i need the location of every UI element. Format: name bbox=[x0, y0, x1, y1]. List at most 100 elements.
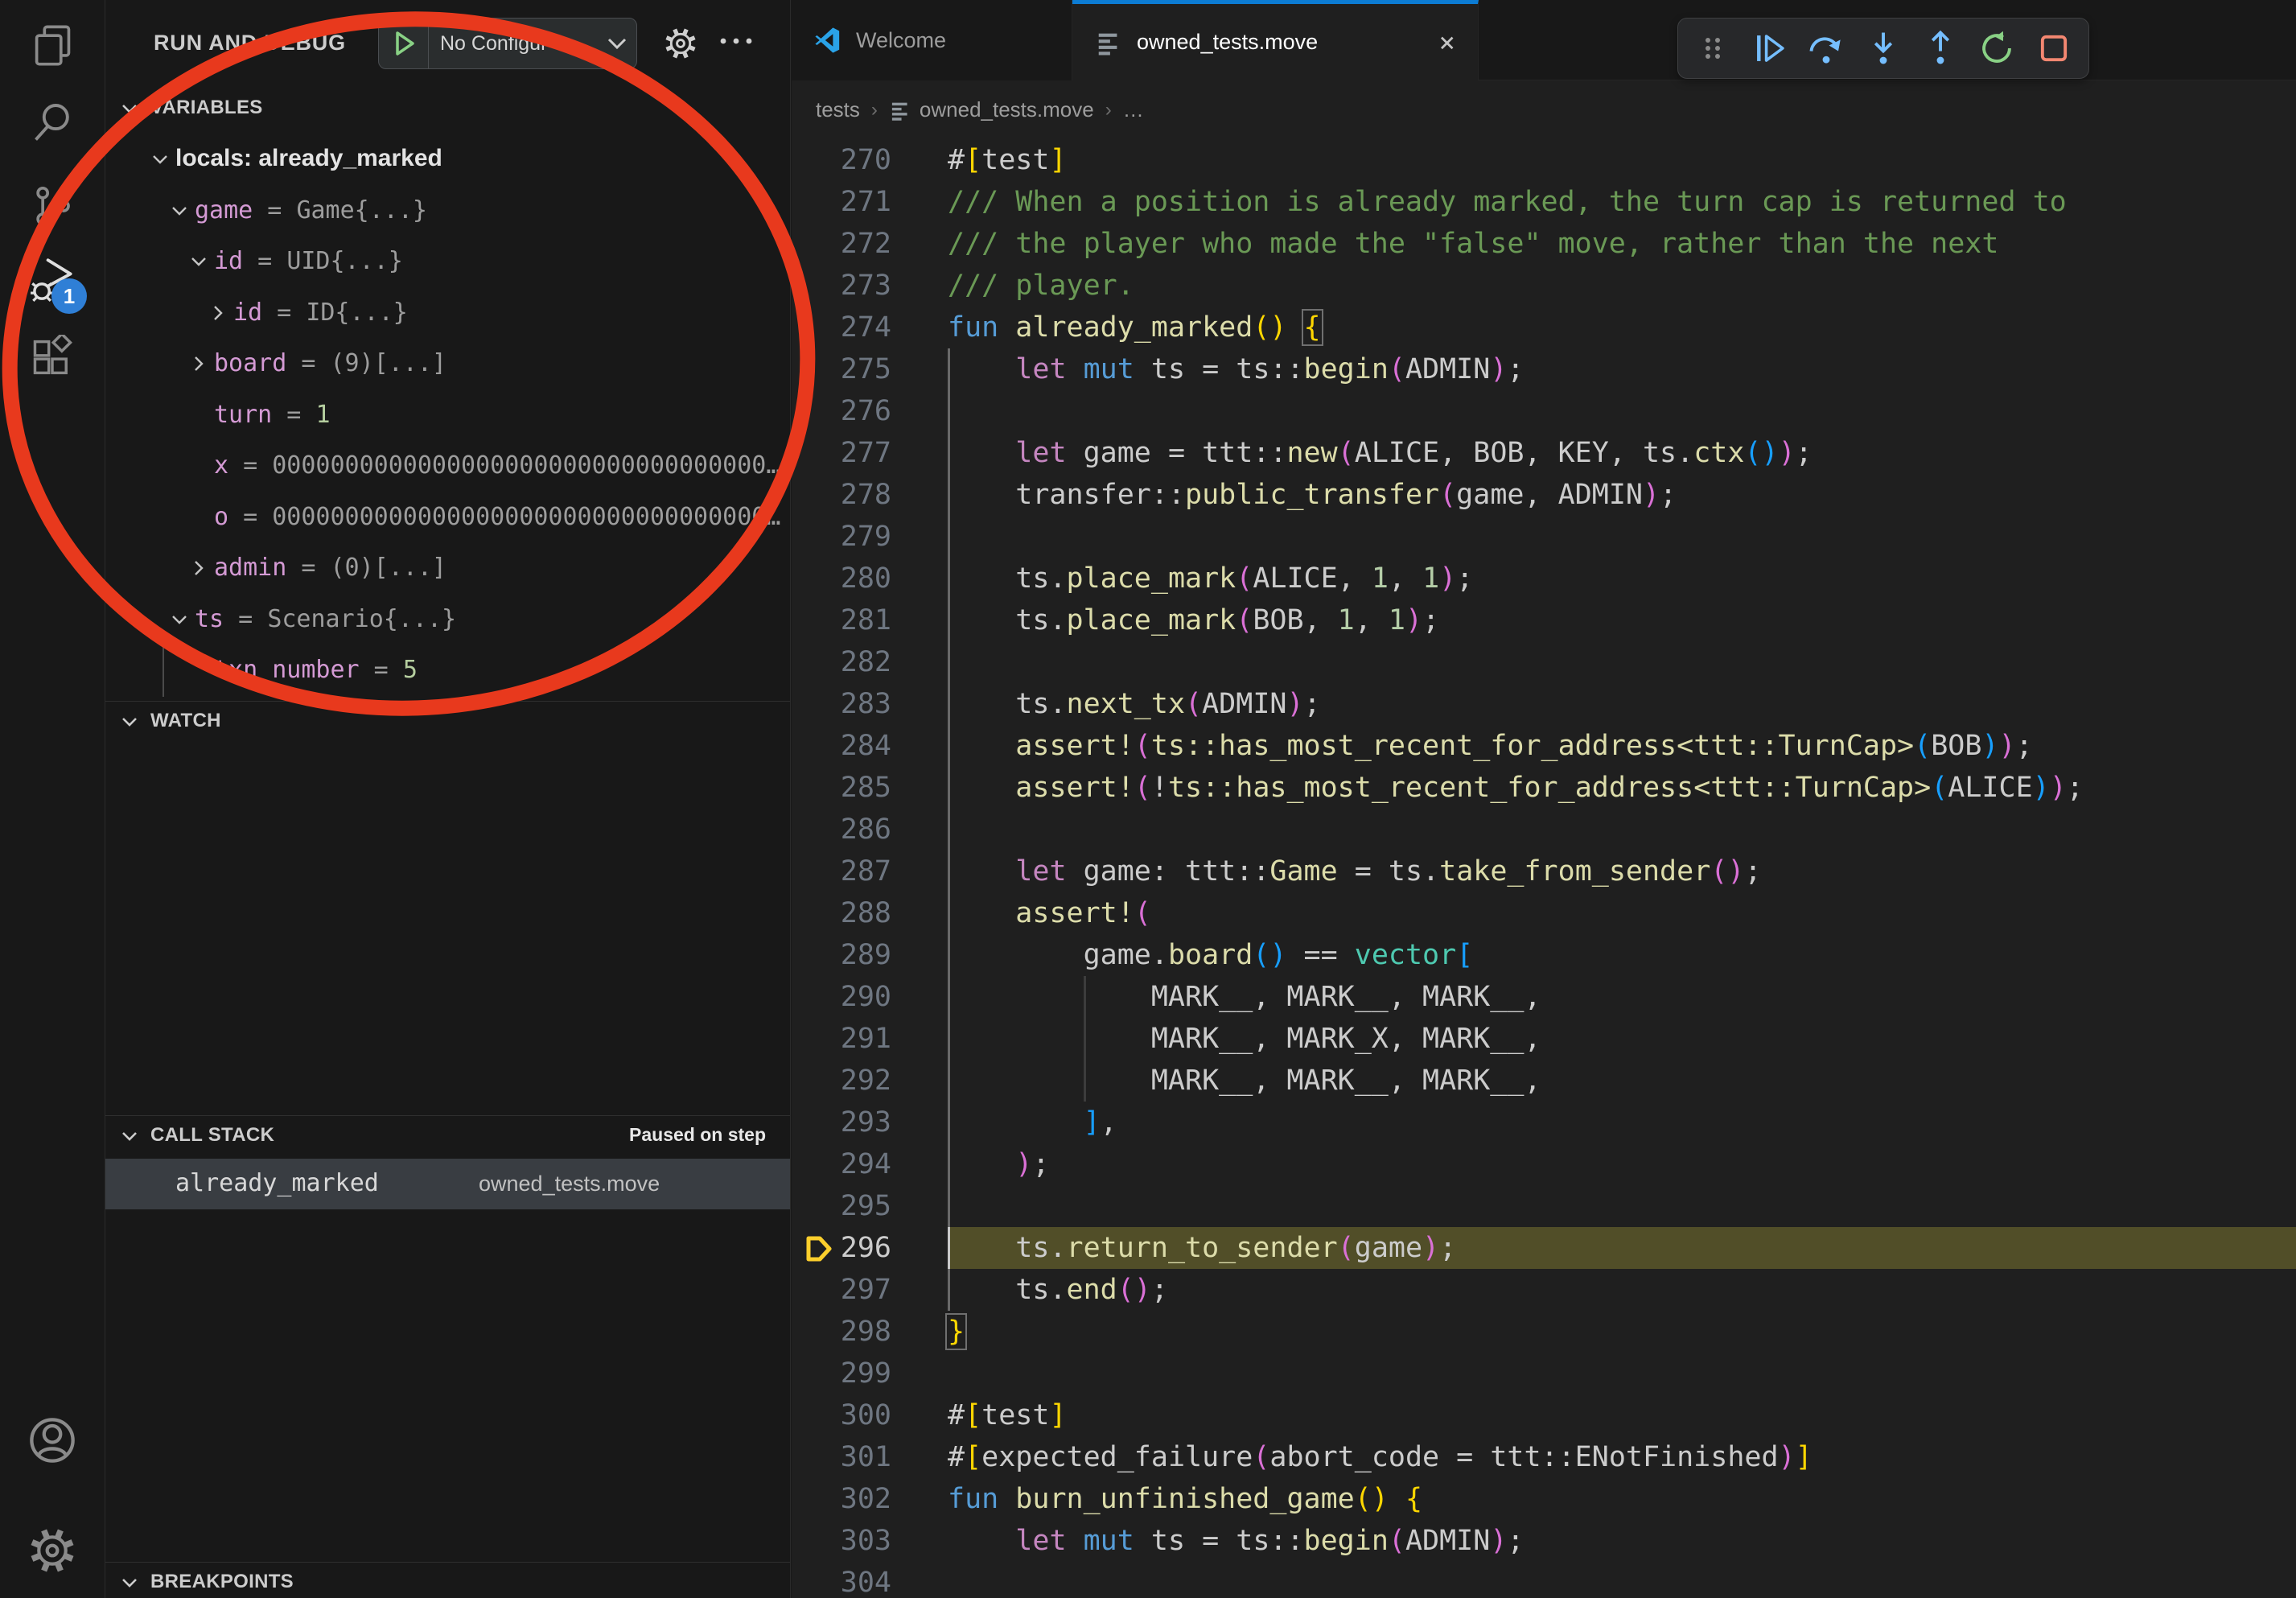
breadcrumb-item-tests[interactable]: tests bbox=[816, 97, 860, 122]
activity-bar-item-files[interactable] bbox=[0, 6, 105, 84]
code-text: ts.end(); bbox=[948, 1274, 1168, 1306]
code-line-302: 302fun burn_unfinished_game() { bbox=[792, 1478, 2296, 1520]
call-stack-frame[interactable]: already_marked owned_tests.move bbox=[105, 1159, 790, 1209]
code-line-284: 284 assert!(ts::has_most_recent_for_addr… bbox=[792, 725, 2296, 767]
chevron-down-icon[interactable] bbox=[150, 149, 171, 174]
step-over-button[interactable] bbox=[1802, 24, 1850, 72]
chevron-right-icon: › bbox=[1105, 99, 1112, 121]
variable-row-x[interactable]: x = 0000000000000000000000000000000000… bbox=[105, 441, 790, 492]
variable-row-txn_number[interactable]: txn_number = 5 bbox=[105, 645, 790, 697]
code-text: } bbox=[948, 1316, 965, 1348]
tab-label: Welcome bbox=[856, 28, 946, 53]
move-file-icon bbox=[889, 99, 911, 121]
continue-icon bbox=[1751, 30, 1788, 67]
breadcrumb-item-symbol[interactable]: … bbox=[1123, 97, 1144, 122]
frame-function-name: already_marked bbox=[175, 1169, 379, 1197]
more-actions-icon[interactable] bbox=[718, 35, 754, 50]
tab-welcome[interactable]: Welcome bbox=[792, 0, 1072, 80]
activity-bar-item-source-control[interactable] bbox=[0, 167, 105, 245]
code-line-303: 303 let mut ts = ts::begin(ADMIN); bbox=[792, 1520, 2296, 1562]
code-text: ts.next_tx(ADMIN); bbox=[948, 688, 1321, 720]
settings-gear-icon bbox=[28, 1526, 76, 1575]
variable-row-o[interactable]: o = 0000000000000000000000000000000000… bbox=[105, 492, 790, 544]
code-line-292: 292 MARK__, MARK__, MARK__, bbox=[792, 1060, 2296, 1102]
line-number: 285 bbox=[792, 772, 891, 804]
chevron-down-icon[interactable] bbox=[188, 251, 209, 276]
code-text: ts.return_to_sender(game); bbox=[948, 1232, 1456, 1264]
code-text: ts.place_mark(ALICE, 1, 1); bbox=[948, 562, 1473, 595]
line-number: 299 bbox=[792, 1357, 891, 1390]
code-line-278: 278 transfer::public_transfer(game, ADMI… bbox=[792, 474, 2296, 516]
restart-button[interactable] bbox=[1973, 24, 2021, 72]
breakpoints-section-header[interactable]: BREAKPOINTS bbox=[105, 1564, 790, 1598]
variables-scope-row[interactable]: locals: already_marked bbox=[105, 134, 790, 186]
step-out-button[interactable] bbox=[1916, 24, 1965, 72]
start-debug-button[interactable] bbox=[379, 19, 429, 68]
code-text: /// the player who made the "false" move… bbox=[948, 228, 1998, 260]
chevron-down-icon[interactable] bbox=[169, 200, 190, 225]
line-number: 297 bbox=[792, 1274, 891, 1306]
stop-button[interactable] bbox=[2030, 24, 2078, 72]
variable-name-value: board = (9)[...] bbox=[214, 349, 446, 377]
variable-row-id[interactable]: id = ID{...} bbox=[105, 288, 790, 340]
chevron-right-icon[interactable] bbox=[188, 353, 209, 378]
code-line-287: 287 let game: ttt::Game = ts.take_from_s… bbox=[792, 850, 2296, 892]
continue-button[interactable] bbox=[1746, 24, 1794, 72]
breadcrumb-item-file[interactable]: owned_tests.move bbox=[920, 97, 1094, 122]
activity-bar-item-run-and-debug[interactable]: 1 bbox=[0, 241, 105, 319]
line-number: 275 bbox=[792, 353, 891, 385]
code-text: MARK__, MARK_X, MARK__, bbox=[948, 1023, 1541, 1055]
code-line-276: 276 bbox=[792, 390, 2296, 432]
files-icon bbox=[30, 23, 75, 68]
watch-section-header[interactable]: WATCH bbox=[105, 703, 790, 739]
activity-bar-item-settings-gear[interactable] bbox=[0, 1512, 105, 1589]
variable-row-game[interactable]: game = Game{...} bbox=[105, 186, 790, 237]
breadcrumb[interactable]: tests › owned_tests.move › … bbox=[792, 80, 2296, 139]
variable-row-id[interactable]: id = UID{...} bbox=[105, 237, 790, 288]
drag-grip-button[interactable] bbox=[1689, 24, 1737, 72]
step-into-button[interactable] bbox=[1859, 24, 1907, 72]
move-file-icon bbox=[1095, 29, 1122, 56]
code-text: assert!(!ts::has_most_recent_for_address… bbox=[948, 772, 2084, 804]
code-text: assert!(ts::has_most_recent_for_address<… bbox=[948, 730, 2033, 762]
chevron-down-icon[interactable] bbox=[169, 609, 190, 634]
call-stack-section-header[interactable]: CALL STACK Paused on step bbox=[105, 1118, 790, 1153]
chevron-right-icon[interactable] bbox=[188, 558, 209, 583]
activity-bar-item-account[interactable] bbox=[0, 1402, 105, 1479]
code-line-282: 282 bbox=[792, 641, 2296, 683]
debug-config-dropdown[interactable]: No Configur bbox=[378, 18, 637, 69]
code-text: MARK__, MARK__, MARK__, bbox=[948, 1065, 1541, 1097]
variable-row-ts[interactable]: ts = Scenario{...} bbox=[105, 595, 790, 646]
paused-status-badge: Paused on step bbox=[629, 1124, 766, 1146]
chevron-right-icon: › bbox=[871, 99, 878, 121]
variable-row-board[interactable]: board = (9)[...] bbox=[105, 339, 790, 390]
code-line-281: 281 ts.place_mark(BOB, 1, 1); bbox=[792, 599, 2296, 641]
code-editor[interactable]: 270#[test]271/// When a position is alre… bbox=[792, 139, 2296, 1598]
search-icon bbox=[30, 100, 75, 145]
line-number: 281 bbox=[792, 604, 891, 636]
activity-bar-item-search[interactable] bbox=[0, 84, 105, 161]
close-icon[interactable]: × bbox=[1439, 27, 1455, 59]
variables-section-header[interactable]: VARIABLES bbox=[105, 90, 790, 126]
activity-bar-item-extensions[interactable] bbox=[0, 319, 105, 396]
code-text: #[expected_failure(abort_code = ttt::ENo… bbox=[948, 1441, 1813, 1473]
line-number: 277 bbox=[792, 437, 891, 469]
variable-row-admin[interactable]: admin = (0)[...] bbox=[105, 543, 790, 595]
stop-icon bbox=[2035, 30, 2072, 67]
line-number: 270 bbox=[792, 144, 891, 176]
code-line-290: 290 MARK__, MARK__, MARK__, bbox=[792, 976, 2296, 1018]
code-text: fun burn_unfinished_game() { bbox=[948, 1483, 1422, 1515]
tab-owned-tests-move[interactable]: owned_tests.move× bbox=[1072, 0, 1479, 80]
code-line-301: 301#[expected_failure(abort_code = ttt::… bbox=[792, 1436, 2296, 1478]
code-line-280: 280 ts.place_mark(ALICE, 1, 1); bbox=[792, 558, 2296, 599]
vscode-logo-icon bbox=[814, 27, 841, 54]
chevron-right-icon[interactable] bbox=[208, 303, 228, 327]
extensions-icon bbox=[30, 335, 75, 380]
debug-settings-gear-icon[interactable] bbox=[664, 27, 697, 64]
chevron-down-icon[interactable] bbox=[598, 36, 636, 51]
step-out-icon bbox=[1922, 30, 1959, 67]
line-number: 284 bbox=[792, 730, 891, 762]
variable-row-turn[interactable]: turn = 1 bbox=[105, 390, 790, 442]
code-text: #[test] bbox=[948, 1399, 1067, 1431]
variables-tree: locals: already_markedgame = Game{...}id… bbox=[105, 134, 790, 697]
